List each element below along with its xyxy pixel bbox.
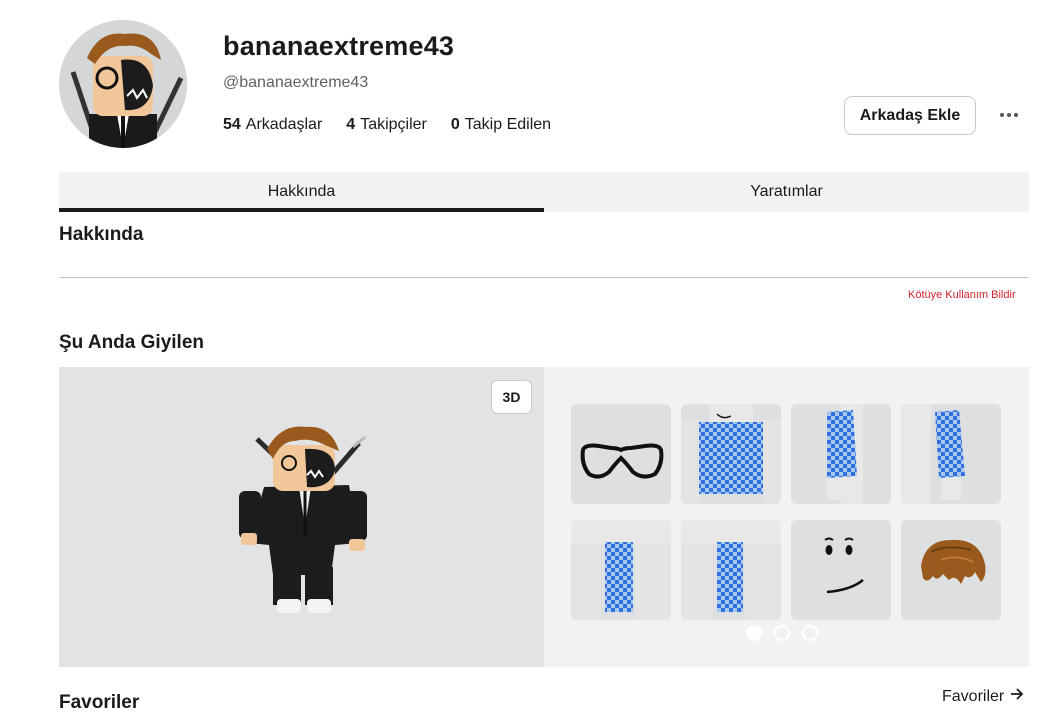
arrow-right-icon xyxy=(1010,687,1024,706)
page-dot-1[interactable] xyxy=(746,625,762,641)
friends-stat[interactable]: 54 Arkadaşlar xyxy=(223,116,322,134)
page-dot-3[interactable] xyxy=(802,625,818,641)
checkered-shirt-icon[interactable] xyxy=(681,404,781,504)
followers-count: 4 xyxy=(346,116,356,133)
friends-label: Arkadaşlar xyxy=(245,116,323,133)
ellipsis-icon[interactable] xyxy=(996,104,1022,126)
following-label: Takip Edilen xyxy=(464,116,552,133)
report-abuse-link[interactable]: Kötüye Kullanım Bildir xyxy=(908,289,1016,301)
display-name: bananaextreme43 xyxy=(223,31,455,61)
favorites-link[interactable]: Favoriler xyxy=(942,687,1024,706)
following-count: 0 xyxy=(450,116,460,133)
avatar-3d-viewer[interactable] xyxy=(59,367,544,667)
smile-face-icon[interactable] xyxy=(791,520,891,620)
followers-label: Takipçiler xyxy=(360,116,427,133)
followers-stat[interactable]: 4 Takipçiler xyxy=(346,116,427,134)
profile-stats: 54 Arkadaşlar 4 Takipçiler 0 Takip Edilen xyxy=(223,116,551,134)
about-heading: Hakkında xyxy=(59,224,144,245)
username: @bananaextreme43 xyxy=(223,74,369,91)
favorites-link-label: Favoriler xyxy=(942,687,1005,705)
checkered-right-leg-icon[interactable] xyxy=(571,520,671,620)
checkered-left-sleeve-icon[interactable] xyxy=(901,404,1001,504)
profile-avatar xyxy=(59,20,187,148)
brown-hair-icon[interactable] xyxy=(901,520,1001,620)
checkered-right-sleeve-icon[interactable] xyxy=(791,404,891,504)
tab-about[interactable]: Hakkında xyxy=(59,172,544,212)
page-dot-2[interactable] xyxy=(774,625,790,641)
3d-toggle-button[interactable]: 3D xyxy=(491,380,532,414)
following-stat[interactable]: 0 Takip Edilen xyxy=(451,116,551,134)
add-friend-button[interactable]: Arkadaş Ekle xyxy=(844,96,976,135)
tab-creations[interactable]: Yaratımlar xyxy=(544,172,1029,212)
checkered-left-leg-icon[interactable] xyxy=(681,520,781,620)
friends-count: 54 xyxy=(223,116,241,133)
glasses-icon[interactable] xyxy=(571,404,671,504)
divider xyxy=(59,277,1029,278)
currently-wearing-heading: Şu Anda Giyilen xyxy=(59,332,204,353)
items-pagination xyxy=(746,625,818,641)
profile-tabs: Hakkında Yaratımlar xyxy=(59,172,1029,212)
